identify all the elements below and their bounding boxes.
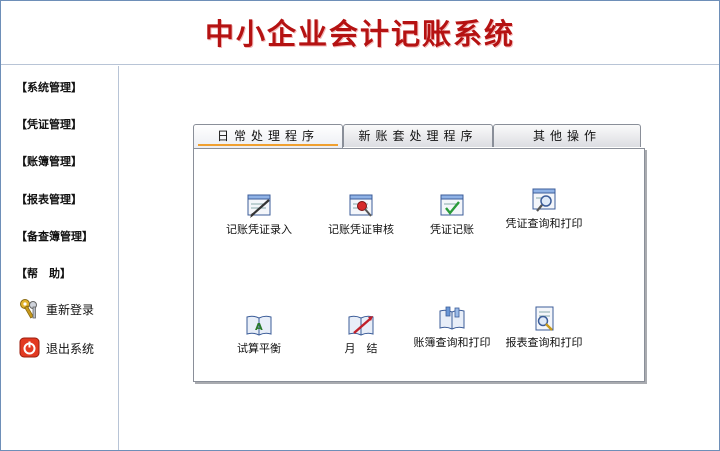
tab-new-account-set[interactable]: 新账套处理程序 bbox=[343, 124, 493, 147]
launcher-label: 月 结 bbox=[344, 342, 378, 355]
ledger-query-icon bbox=[439, 306, 465, 330]
voucher-query-icon bbox=[532, 188, 556, 212]
sidebar-item-report[interactable]: 【报表管理】 bbox=[16, 191, 82, 207]
keys-icon bbox=[20, 299, 37, 319]
launcher-label: 记账凭证录入 bbox=[226, 223, 292, 236]
relogin-button[interactable]: 重新登录 bbox=[18, 298, 94, 320]
trial-balance-icon: A bbox=[246, 315, 272, 336]
launcher-ledger-query-print[interactable]: 账簿查询和打印 bbox=[409, 305, 495, 361]
month-end-icon bbox=[348, 315, 374, 336]
header: 中小企业会计记账系统 bbox=[1, 1, 719, 64]
sidebar-item-memo-book[interactable]: 【备查簿管理】 bbox=[16, 228, 93, 244]
voucher-posting-icon bbox=[440, 194, 464, 216]
tab-daily[interactable]: 日常处理程序 bbox=[193, 124, 343, 148]
launcher-label: 凭证查询和打印 bbox=[505, 218, 583, 230]
header-divider bbox=[1, 64, 719, 65]
exit-label: 退出系统 bbox=[46, 341, 95, 356]
voucher-review-icon bbox=[349, 194, 373, 217]
launcher-label: 凭证记账 bbox=[430, 223, 474, 236]
report-query-icon bbox=[535, 306, 554, 331]
launcher-report-query-print[interactable]: 报表查询和打印 bbox=[501, 305, 587, 361]
power-icon bbox=[19, 337, 40, 358]
launcher-voucher-review[interactable]: 记账凭证审核 bbox=[318, 192, 404, 236]
sidebar-item-system[interactable]: 【系统管理】 bbox=[16, 79, 82, 95]
tab-panel: 记账凭证录入 记账凭证审核 凭证记账 凭证查询和打印 A 试算平衡 月 结 账簿… bbox=[193, 148, 645, 382]
svg-text:A: A bbox=[255, 322, 263, 333]
launcher-label: 账簿查询和打印 bbox=[413, 337, 491, 349]
launcher-voucher-query-print[interactable]: 凭证查询和打印 bbox=[501, 186, 587, 242]
sidebar-item-voucher[interactable]: 【凭证管理】 bbox=[16, 116, 82, 132]
launcher-month-end[interactable]: 月 结 bbox=[318, 311, 404, 355]
launcher-label: 报表查询和打印 bbox=[505, 337, 583, 349]
launcher-voucher-entry[interactable]: 记账凭证录入 bbox=[216, 192, 302, 236]
main-area: 日常处理程序 新账套处理程序 其他操作 记账凭证录入 记账凭证审核 凭证记账 凭… bbox=[120, 66, 719, 450]
sidebar-item-help[interactable]: 【帮 助】 bbox=[16, 265, 71, 281]
launcher-voucher-posting[interactable]: 凭证记账 bbox=[409, 192, 495, 236]
launcher-trial-balance[interactable]: A 试算平衡 bbox=[216, 311, 302, 355]
app-title: 中小企业会计记账系统 bbox=[204, 17, 515, 51]
voucher-entry-icon bbox=[247, 194, 271, 218]
sidebar: 【系统管理】 【凭证管理】 【账簿管理】 【报表管理】 【备查簿管理】 【帮 助… bbox=[1, 66, 119, 450]
launcher-label: 试算平衡 bbox=[237, 342, 281, 355]
launcher-label: 记账凭证审核 bbox=[328, 223, 394, 236]
sidebar-item-ledger[interactable]: 【账簿管理】 bbox=[16, 153, 82, 169]
relogin-label: 重新登录 bbox=[46, 302, 95, 317]
exit-button[interactable]: 退出系统 bbox=[18, 337, 94, 359]
tab-other[interactable]: 其他操作 bbox=[493, 124, 641, 147]
